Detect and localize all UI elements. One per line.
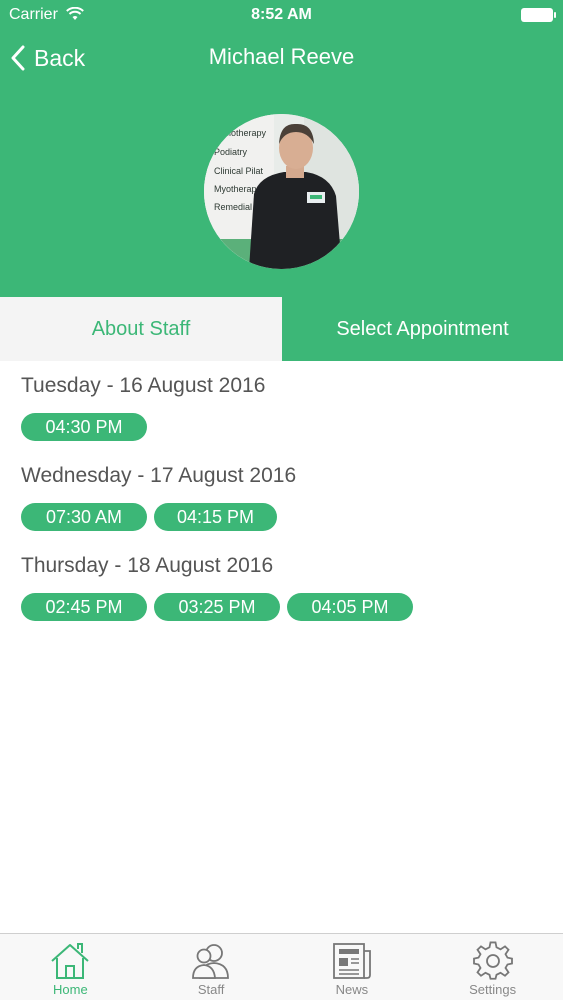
time-slot-button[interactable]: 07:30 AM	[21, 503, 147, 531]
tab-select-appointment[interactable]: Select Appointment	[282, 297, 563, 361]
appointment-list: Tuesday - 16 August 2016 04:30 PM Wednes…	[21, 373, 551, 643]
sign-line: Clinical Pilat	[214, 166, 264, 176]
day-group: Thursday - 18 August 2016 02:45 PM 03:25…	[21, 553, 551, 621]
bottom-tab-label: News	[335, 982, 369, 997]
status-bar: Carrier 8:52 AM	[0, 0, 563, 30]
bottom-tab-staff[interactable]: Staff	[141, 934, 282, 1000]
day-label: Wednesday - 17 August 2016	[21, 464, 297, 487]
time-slot-button[interactable]: 02:45 PM	[21, 593, 147, 621]
time-slot-button[interactable]: 03:25 PM	[154, 593, 280, 621]
avatar: ysiotherapy Podiatry Clinical Pilat Myot…	[204, 114, 359, 269]
segment-tabs: About Staff Select Appointment	[0, 297, 563, 361]
staff-icon	[192, 944, 230, 979]
bottom-tab-home[interactable]: Home	[0, 934, 141, 1000]
bottom-tab-label: Home	[53, 982, 88, 997]
sign-line: ysiotherapy	[220, 128, 267, 138]
status-time: 8:52 AM	[251, 6, 312, 23]
day-group: Tuesday - 16 August 2016 04:30 PM	[21, 373, 551, 441]
sign-line: Myotherap	[214, 184, 257, 194]
time-slots: 02:45 PM 03:25 PM 04:05 PM	[21, 593, 551, 621]
time-slots: 07:30 AM 04:15 PM	[21, 503, 551, 531]
tab-about-staff[interactable]: About Staff	[0, 297, 282, 361]
day-label: Thursday - 18 August 2016	[21, 554, 274, 577]
time-slots: 04:30 PM	[21, 413, 551, 441]
bottom-tab-news[interactable]: News	[282, 934, 423, 1000]
sign-line: Podiatry	[214, 147, 248, 157]
bottom-tab-label: Settings	[469, 982, 517, 997]
news-icon	[332, 943, 371, 979]
bottom-tab-label: Staff	[197, 982, 225, 997]
day-label: Tuesday - 16 August 2016	[21, 374, 266, 397]
day-group: Wednesday - 17 August 2016 07:30 AM 04:1…	[21, 463, 551, 531]
header: Carrier 8:52 AM Back Michael Reeve ysiot…	[0, 0, 563, 297]
home-icon	[51, 943, 90, 979]
time-slot-button[interactable]: 04:05 PM	[287, 593, 413, 621]
time-slot-button[interactable]: 04:15 PM	[154, 503, 277, 531]
gear-icon	[472, 941, 513, 980]
bottom-tab-settings[interactable]: Settings	[422, 934, 563, 1000]
time-slot-button[interactable]: 04:30 PM	[21, 413, 147, 441]
staff-photo: ysiotherapy Podiatry Clinical Pilat Myot…	[204, 114, 359, 269]
battery-icon	[521, 8, 556, 22]
bottom-tab-bar: Home Staff News Settings	[0, 933, 563, 1000]
page-title: Michael Reeve	[208, 44, 355, 69]
